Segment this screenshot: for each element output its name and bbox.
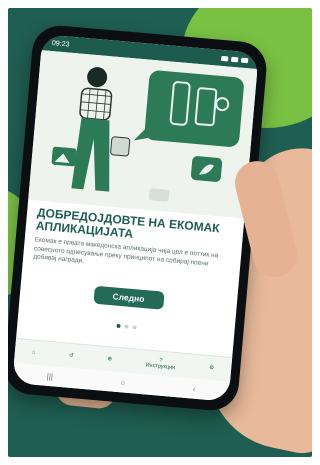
- history-icon: ↺: [68, 352, 74, 360]
- gear-icon: ⚙: [208, 365, 215, 372]
- page-indicator: [18, 315, 235, 338]
- phone-screen: 09:23 ДОБРЕДОЈДОВТЕ НА ЕКОМАК АПЛИКАЦИЈА…: [12, 34, 259, 402]
- tab-label: Инструкции: [145, 362, 176, 372]
- page-dot[interactable]: [123, 323, 129, 329]
- signal-icon: [221, 55, 229, 61]
- woman-head: [87, 67, 108, 88]
- recent-apps-icon[interactable]: |||: [46, 371, 53, 381]
- add-icon: ⊕: [107, 356, 113, 363]
- back-icon[interactable]: ‹: [192, 384, 195, 393]
- tab-history[interactable]: ↺: [69, 353, 74, 359]
- wifi-icon: [231, 56, 239, 62]
- photo-scene: 09:23 ДОБРЕДОЈДОВТЕ НА ЕКОМАК АПЛИКАЦИЈА…: [8, 8, 312, 457]
- page-dot[interactable]: [131, 324, 137, 329]
- battery-icon: [240, 57, 249, 63]
- next-button[interactable]: Следно: [92, 285, 165, 310]
- woman-with-bins-illustration: [51, 67, 244, 202]
- onboarding-illustration: [28, 50, 258, 219]
- tab-home[interactable]: ⌂: [32, 349, 36, 355]
- home-icon: ⌂: [31, 349, 36, 356]
- tab-instructions[interactable]: ? Инструкции: [145, 356, 176, 371]
- page-dot-active[interactable]: [115, 323, 121, 328]
- tab-add[interactable]: ⊕: [107, 356, 112, 362]
- woman-trousers: [71, 117, 110, 192]
- home-circle-icon[interactable]: ○: [120, 378, 126, 387]
- speech-bubble-bin-icon: [144, 70, 244, 147]
- tab-settings[interactable]: ⚙: [209, 365, 214, 371]
- status-time: 09:23: [51, 39, 70, 49]
- phone-device: 09:23 ДОБРЕДОЈДОВТЕ НА ЕКОМАК АПЛИКАЦИЈА…: [8, 23, 269, 413]
